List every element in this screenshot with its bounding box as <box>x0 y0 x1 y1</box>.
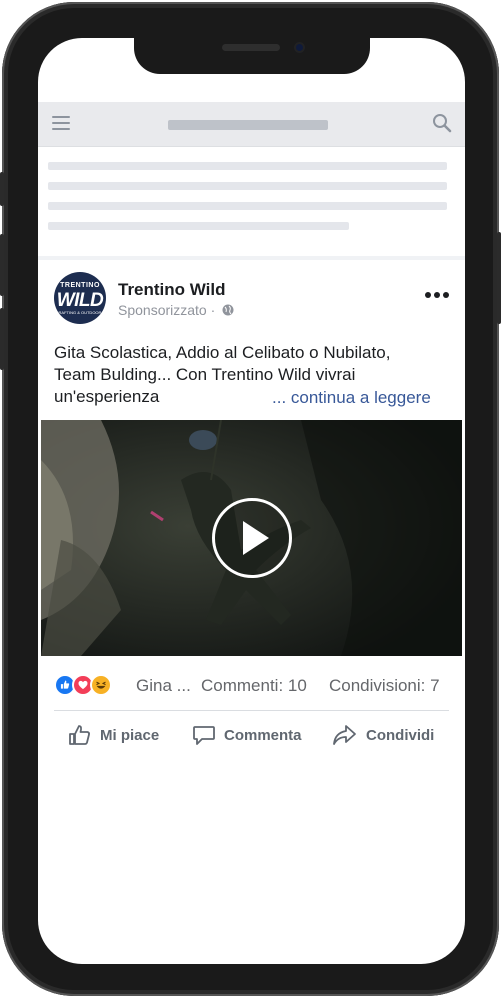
hamburger-menu-icon[interactable] <box>52 116 70 130</box>
share-button[interactable]: Condividi <box>332 716 434 754</box>
like-button[interactable]: Mi piace <box>68 716 159 754</box>
thumbs-up-icon <box>69 725 90 745</box>
mute-switch <box>0 172 4 206</box>
play-icon <box>243 521 269 555</box>
search-icon[interactable] <box>431 112 453 134</box>
share-label: Condividi <box>366 726 435 744</box>
divider <box>54 710 449 711</box>
notch <box>134 38 370 74</box>
comments-count[interactable]: Commenti: 10 <box>201 676 307 696</box>
comment-icon <box>193 726 215 745</box>
video-player[interactable] <box>41 420 462 656</box>
page-name-link[interactable]: Trentino Wild <box>118 280 226 300</box>
skeleton-line <box>48 202 447 210</box>
play-button[interactable] <box>212 498 292 578</box>
reaction-names[interactable]: Gina ... <box>136 676 191 696</box>
volume-down-button <box>0 308 4 370</box>
like-label: Mi piace <box>100 726 160 744</box>
reaction-icons[interactable] <box>54 674 124 696</box>
volume-up-button <box>0 234 4 296</box>
power-button <box>497 232 501 324</box>
continue-reading-link[interactable]: ... continua a leggere <box>272 388 431 408</box>
more-options-icon[interactable] <box>424 290 450 300</box>
skeleton-line <box>48 162 447 170</box>
phone-frame: TRENTINO WILD RAFTING & OUTDOOR Trentino… <box>0 2 501 996</box>
comment-button[interactable]: Commenta <box>192 716 302 754</box>
sponsored-label: Sponsorizzato · <box>118 302 234 318</box>
skeleton-line <box>48 182 447 190</box>
haha-reaction-icon <box>90 674 112 696</box>
shares-count[interactable]: Condivisioni: 7 <box>329 676 440 696</box>
post-text-line: Team Bulding... Con Trentino Wild vivrai <box>54 365 356 384</box>
globe-icon <box>222 304 234 316</box>
avatar-logo-main: WILD <box>56 290 104 311</box>
feed-separator <box>38 256 465 260</box>
avatar-logo-top: TRENTINO <box>60 282 100 289</box>
post-text-line: Gita Scolastica, Addio al Celibato o Nub… <box>54 343 391 362</box>
avatar-logo-sub: RAFTING & OUTDOOR <box>58 310 102 315</box>
phone-screen: TRENTINO WILD RAFTING & OUTDOOR Trentino… <box>38 38 465 964</box>
skeleton-line <box>48 222 349 230</box>
share-icon <box>333 725 356 745</box>
camera <box>294 42 305 53</box>
search-placeholder-bar[interactable] <box>168 120 328 130</box>
avatar[interactable]: TRENTINO WILD RAFTING & OUTDOOR <box>54 272 106 324</box>
speaker <box>222 44 280 51</box>
comment-label: Commenta <box>224 726 302 744</box>
sponsored-text: Sponsorizzato · <box>118 302 216 318</box>
top-bar <box>38 102 465 147</box>
